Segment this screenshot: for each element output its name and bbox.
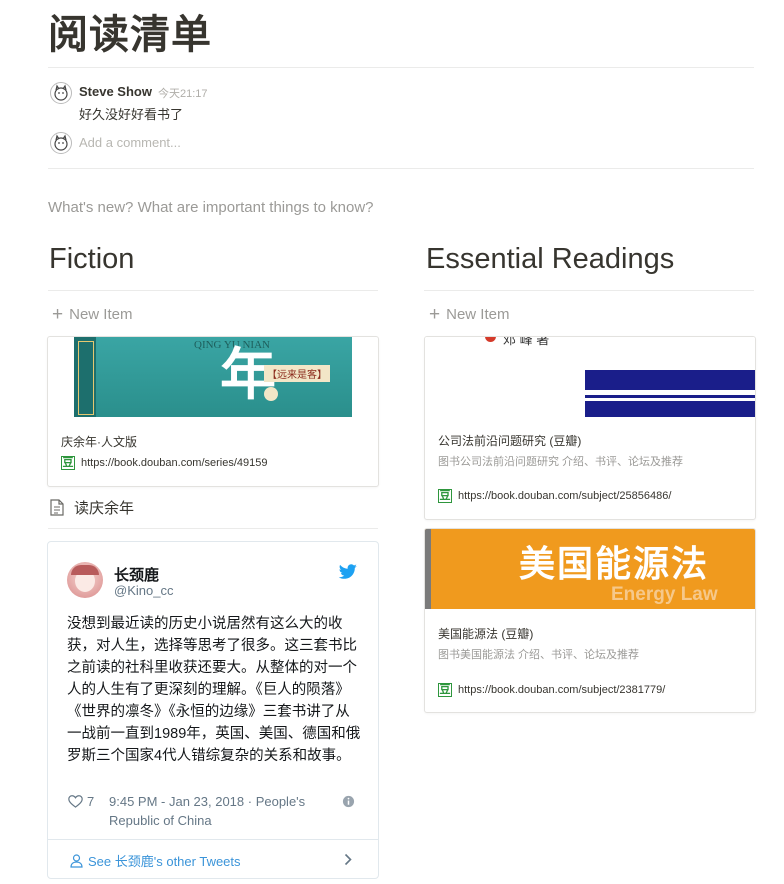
card-description: 图书公司法前沿问题研究 介绍、书评、论坛及推荐 [438,456,684,468]
tweet-author-handle[interactable]: @Kino_cc [114,583,173,598]
plus-icon: + [429,304,441,325]
douban-icon: 豆 [438,489,452,503]
see-other-tweets-link[interactable]: See 长颈鹿's other Tweets [70,851,241,870]
comment-author: Steve Show [79,84,152,99]
new-item-label: New Item [446,306,510,323]
card-description: 图书美国能源法 介绍、书评、论坛及推荐 [438,649,640,661]
page-link-label: 读庆余年 [74,500,135,517]
divider [48,528,378,529]
divider [48,290,378,291]
url-text: https://book.douban.com/subject/25856486… [458,490,672,502]
fiction-book-card[interactable]: QING YU NIAN 年 【远来是客】 庆余年·人文版 豆 https://… [47,336,379,487]
cover-author: 邓 峰 著 [503,336,550,347]
essential-heading: Essential Readings [426,243,675,275]
cat-avatar-icon [54,84,68,101]
cat-avatar-icon [54,134,68,151]
essential-book-card[interactable]: 邓 峰 著 公司法前沿问题研究 (豆瓣) 图书公司法前沿问题研究 介绍、书评、论… [424,336,756,520]
card-title: 庆余年·人文版 [61,435,137,449]
see-other-tweets-label: See 长颈鹿's other Tweets [88,854,241,869]
divider [48,839,378,840]
info-icon[interactable] [342,795,355,808]
tweet-text: 没想到最近读的历史小说居然有这么大的收获，对人生，选择等思考了很多。这三套书比之… [67,616,361,764]
page-link-qingyunian[interactable]: 读庆余年 [50,497,134,518]
card-title: 美国能源法 (豆瓣) [438,627,534,641]
avatar [50,132,72,154]
divider [424,290,754,291]
chevron-right-icon[interactable] [344,853,352,866]
divider [48,168,754,169]
url-text: https://book.douban.com/series/49159 [81,457,268,469]
comment-time: 今天21:17 [158,88,208,100]
page-icon [50,499,64,516]
book-cover-image: 美国能源法 Energy Law [425,529,755,609]
plus-icon: + [52,304,64,325]
book-cover-image: QING YU NIAN 年 【远来是客】 [74,337,352,417]
add-comment-input[interactable]: Add a comment... [79,135,181,150]
user-icon [70,853,83,868]
page-prompt[interactable]: What's new? What are important things to… [48,199,374,216]
card-url[interactable]: 豆 https://book.douban.com/subject/238177… [438,683,665,697]
url-text: https://book.douban.com/subject/2381779/ [458,684,666,696]
avatar[interactable] [50,82,72,104]
tweet-avatar[interactable] [67,562,103,598]
tweet-like-count[interactable]: 7 [87,792,94,811]
tweet-embed[interactable]: 长颈鹿 @Kino_cc 没想到最近读的历史小说居然有这么大的收获，对人生，选择… [47,541,379,879]
fiction-new-item-button[interactable]: + New Item [52,304,133,325]
tweet-author-name[interactable]: 长颈鹿 [114,564,159,585]
heart-icon[interactable] [68,795,83,808]
fiction-heading: Fiction [49,243,135,275]
cover-title: 美国能源法 [519,543,710,584]
twitter-bird-icon[interactable] [338,564,358,580]
essential-new-item-button[interactable]: + New Item [429,304,510,325]
book-cover-image: 邓 峰 著 [425,337,755,417]
comment-text: 好久没好好看书了 [79,107,184,122]
cover-subtitle: 【远来是客】 [264,365,330,382]
tweet-timestamp[interactable]: 9:45 PM - Jan 23, 2018 · People's Republ… [109,792,334,830]
douban-icon: 豆 [438,683,452,697]
new-item-label: New Item [69,306,133,323]
divider [48,67,754,68]
card-url[interactable]: 豆 https://book.douban.com/series/49159 [61,456,268,470]
essential-book-card[interactable]: 美国能源法 Energy Law 美国能源法 (豆瓣) 图书美国能源法 介绍、书… [424,528,756,713]
card-url[interactable]: 豆 https://book.douban.com/subject/258564… [438,489,671,503]
page-title: 阅读清单 [48,13,212,57]
card-title: 公司法前沿问题研究 (豆瓣) [438,434,582,448]
cover-subtitle: Energy Law [611,584,718,605]
douban-icon: 豆 [61,456,75,470]
